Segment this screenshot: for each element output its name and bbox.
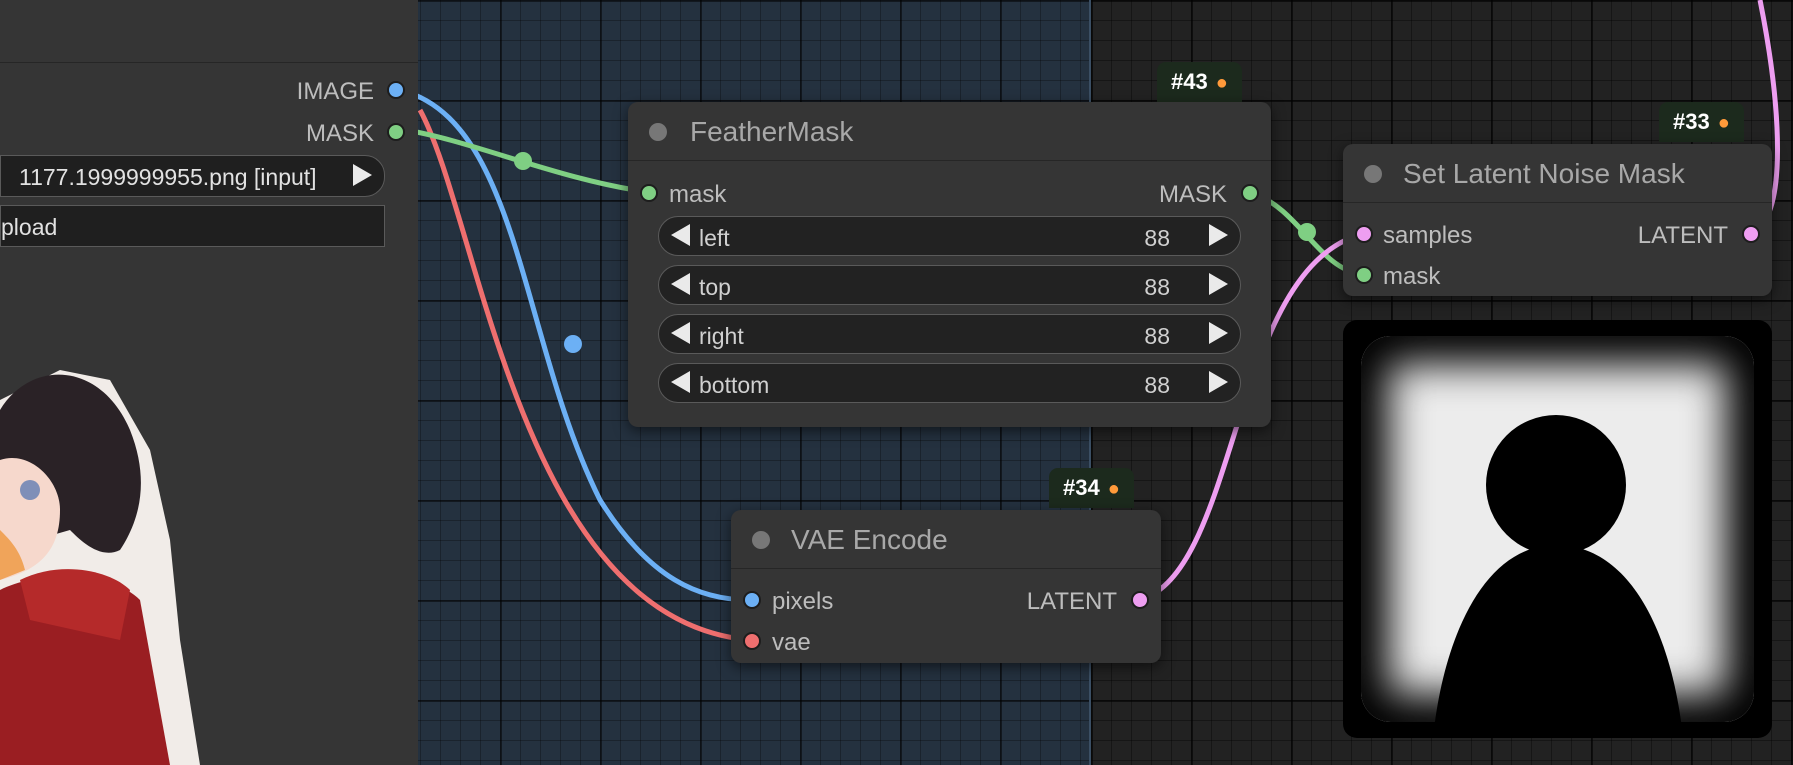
- increment-arrow-icon[interactable]: [1209, 371, 1228, 393]
- widget-value: 88: [1144, 372, 1170, 398]
- output-label-latent: LATENT: [1026, 588, 1117, 615]
- image-select-value: 1177.1999999955.png [input]: [19, 164, 317, 190]
- output-port-latent[interactable]: [1131, 591, 1149, 609]
- output-port-latent[interactable]: [1742, 225, 1760, 243]
- upload-button[interactable]: pload: [0, 205, 385, 247]
- left-number-widget[interactable]: left 88: [658, 216, 1241, 256]
- load-image-node[interactable]: IMAGE MASK 1177.1999999955.png [input] p…: [0, 0, 418, 765]
- collapse-dot-icon[interactable]: [752, 531, 770, 549]
- widget-label: right: [699, 323, 744, 349]
- image-select[interactable]: 1177.1999999955.png [input]: [0, 155, 385, 197]
- decrement-arrow-icon[interactable]: [671, 224, 690, 246]
- input-label-vae: vae: [772, 629, 811, 656]
- collapse-dot-icon[interactable]: [649, 123, 667, 141]
- decrement-arrow-icon[interactable]: [671, 371, 690, 393]
- node-title: VAE Encode: [791, 524, 948, 555]
- fox-icon: ●: [1215, 72, 1228, 94]
- input-label-mask: mask: [1383, 263, 1441, 290]
- widget-label: left: [699, 225, 730, 251]
- widget-label: top: [699, 274, 731, 300]
- node-title-bar[interactable]: FeatherMask: [628, 102, 1271, 161]
- output-port-mask[interactable]: [1241, 184, 1259, 202]
- fox-icon: ●: [1717, 112, 1730, 134]
- increment-arrow-icon[interactable]: [1209, 273, 1228, 295]
- node-id-badge: #34 ●: [1049, 468, 1134, 508]
- input-port-pixels[interactable]: [743, 591, 761, 609]
- fox-icon: ●: [1107, 478, 1120, 500]
- node-id-badge: #33 ●: [1659, 102, 1744, 142]
- reroute-dot[interactable]: [514, 152, 532, 170]
- input-port-mask[interactable]: [640, 184, 658, 202]
- input-port-samples[interactable]: [1355, 225, 1373, 243]
- mask-preview: [1343, 320, 1772, 738]
- decrement-arrow-icon[interactable]: [671, 322, 690, 344]
- node-id: #33: [1673, 109, 1710, 134]
- node-title-bar[interactable]: Set Latent Noise Mask: [1343, 144, 1772, 203]
- output-port-mask[interactable]: [387, 123, 405, 141]
- increment-arrow-icon[interactable]: [1209, 322, 1228, 344]
- output-label-mask: MASK: [305, 120, 374, 147]
- reroute-dot[interactable]: [1298, 223, 1316, 241]
- output-label-latent: LATENT: [1637, 222, 1728, 249]
- widget-value: 88: [1144, 225, 1170, 251]
- widget-value: 88: [1144, 274, 1170, 300]
- upload-label: pload: [1, 214, 58, 240]
- bottom-number-widget[interactable]: bottom 88: [658, 363, 1241, 403]
- output-port-image[interactable]: [387, 81, 405, 99]
- node-title: Set Latent Noise Mask: [1403, 158, 1685, 189]
- top-number-widget[interactable]: top 88: [658, 265, 1241, 305]
- image-preview: [0, 370, 200, 765]
- right-number-widget[interactable]: right 88: [658, 314, 1241, 354]
- decrement-arrow-icon[interactable]: [671, 273, 690, 295]
- feathermask-node[interactable]: FeatherMask mask MASK left 88 top 88 rig…: [628, 102, 1271, 427]
- input-port-mask[interactable]: [1355, 266, 1373, 284]
- increment-arrow-icon[interactable]: [1209, 224, 1228, 246]
- input-label-mask: mask: [669, 181, 727, 208]
- output-label-image: IMAGE: [296, 78, 374, 105]
- node-id: #43: [1171, 69, 1208, 94]
- input-label-pixels: pixels: [772, 588, 834, 615]
- node-title-bar[interactable]: VAE Encode: [731, 510, 1161, 569]
- collapse-dot-icon[interactable]: [1364, 165, 1382, 183]
- input-label-samples: samples: [1383, 222, 1473, 249]
- vae-encode-node[interactable]: VAE Encode pixels vae LATENT: [731, 510, 1161, 663]
- reroute-dot[interactable]: [564, 335, 582, 353]
- widget-value: 88: [1144, 323, 1170, 349]
- node-title-bar[interactable]: [0, 0, 418, 63]
- chevron-right-icon[interactable]: [353, 164, 372, 186]
- silhouette-image: [1433, 415, 1683, 738]
- set-latent-noise-mask-node[interactable]: Set Latent Noise Mask samples mask LATEN…: [1343, 144, 1772, 296]
- node-id-badge: #43 ●: [1157, 62, 1242, 102]
- widget-label: bottom: [699, 372, 770, 398]
- node-title: FeatherMask: [690, 116, 854, 147]
- output-label-mask: MASK: [1158, 181, 1227, 208]
- input-port-vae[interactable]: [743, 632, 761, 650]
- node-id: #34: [1063, 475, 1100, 500]
